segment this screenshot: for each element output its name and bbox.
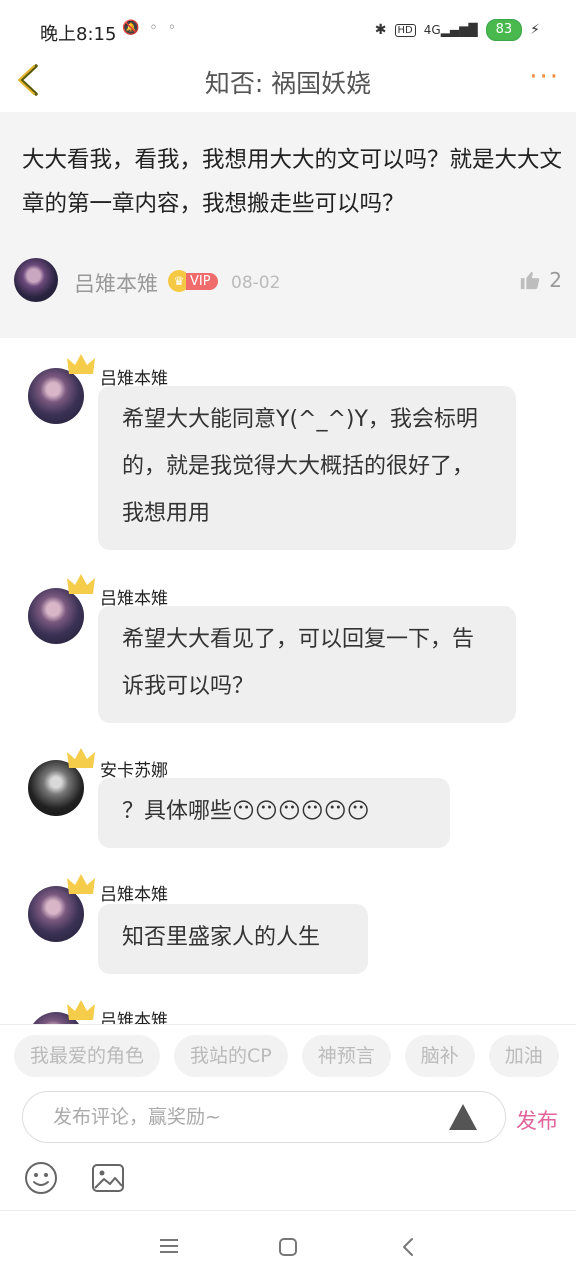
status-right: ✱ HD 4G▂▄▆█ 83 ⚡ — [375, 19, 540, 41]
vip-badge: ♛ VIP — [168, 270, 218, 292]
comment-input-wrapper — [22, 1091, 506, 1143]
signal-icon: 4G▂▄▆█ — [423, 23, 478, 37]
top-nav-bar: 知否: 祸国妖娆 ··· — [0, 48, 576, 112]
crown-icon — [67, 874, 95, 894]
menu-icon[interactable] — [158, 1237, 180, 1255]
bluetooth-icon: ✱ — [374, 22, 387, 38]
vip-label: VIP — [186, 272, 218, 290]
notification-icons: 🔕◦◦ — [122, 20, 186, 36]
comment-bubble[interactable]: 希望大大能同意Y(^_^)Y，我会标明的，就是我觉得大大概括的很好了，我想用用 — [98, 386, 516, 550]
post-author-name[interactable]: 吕雉本雉 — [74, 268, 158, 298]
commenter-name[interactable]: 吕雉本雉 — [100, 1006, 168, 1024]
emoji-icon[interactable] — [24, 1161, 58, 1195]
like-count: 2 — [549, 268, 562, 292]
crown-icon — [67, 354, 95, 374]
post-date: 08-02 — [231, 273, 281, 293]
original-post: 大大看我，看我，我想用大大的文可以吗？就是大大文章的第一章内容，我想搬走些可以吗… — [0, 112, 576, 338]
quick-tag[interactable]: 我站的CP — [174, 1035, 288, 1077]
triangle-icon[interactable] — [449, 1104, 477, 1130]
quick-tag[interactable]: 神预言 — [301, 1035, 391, 1077]
quick-tag[interactable]: 脑补 — [404, 1035, 475, 1077]
comment-input[interactable] — [51, 1092, 435, 1142]
charging-icon: ⚡ — [530, 22, 540, 38]
image-icon[interactable] — [91, 1163, 125, 1193]
comment-item: 吕雉本雉 — [0, 996, 576, 1024]
publish-button[interactable]: 发布 — [516, 1105, 558, 1135]
comment-bubble[interactable]: ？具体哪些😶😶😶😶😶😶 — [98, 778, 450, 848]
network-label: 4G — [423, 23, 441, 37]
quick-tag-list: 我最爱的角色 我站的CP 神预言 脑补 加油 — [14, 1035, 559, 1077]
quick-tag[interactable]: 加油 — [488, 1035, 559, 1077]
comment-bubble[interactable]: 希望大大看见了，可以回复一下，告诉我可以吗？ — [98, 606, 516, 723]
system-nav-bar — [0, 1210, 576, 1281]
post-text: 大大看我，看我，我想用大大的文可以吗？就是大大文章的第一章内容，我想搬走些可以吗… — [22, 147, 563, 217]
comment-bubble[interactable]: 知否里盛家人的人生 — [98, 904, 368, 974]
hd-icon: HD — [394, 23, 416, 37]
more-options-icon[interactable]: ··· — [529, 62, 560, 92]
battery-indicator: 83 — [485, 19, 523, 41]
page-title: 知否: 祸国妖娆 — [204, 69, 372, 98]
back-nav-icon[interactable] — [400, 1237, 416, 1257]
commenter-name[interactable]: 吕雉本雉 — [100, 880, 168, 905]
post-author-avatar[interactable] — [14, 258, 58, 302]
status-time: 晚上8:15 — [40, 24, 117, 45]
crown-icon — [67, 748, 95, 768]
thumbs-up-icon — [521, 271, 540, 290]
quick-tag[interactable]: 我最爱的角色 — [14, 1035, 161, 1077]
crown-icon — [67, 1000, 95, 1020]
home-icon[interactable] — [278, 1237, 298, 1257]
like-button[interactable]: 2 — [519, 268, 562, 292]
crown-icon — [67, 574, 95, 594]
